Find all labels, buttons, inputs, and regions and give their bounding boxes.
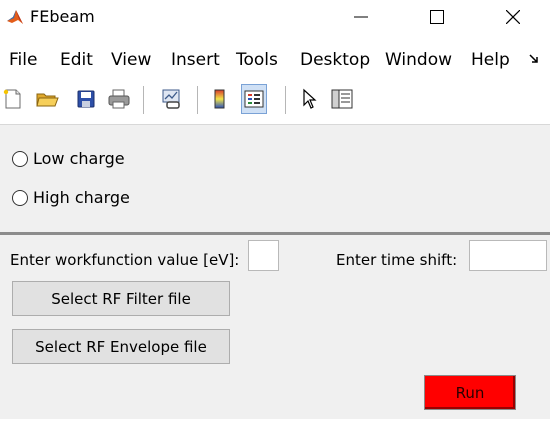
controls-panel: Enter workfunction value [eV]: Enter tim… [0, 235, 550, 419]
menu-bar: File Edit View Insert Tools Desktop Wind… [0, 46, 550, 76]
menu-desktop[interactable]: Desktop [300, 50, 370, 70]
window-title: FEbeam [30, 7, 95, 26]
low-charge-radio[interactable]: Low charge [12, 149, 125, 168]
maximize-button[interactable] [414, 0, 460, 34]
menu-tools[interactable]: Tools [236, 50, 278, 70]
toolbar-separator [197, 86, 198, 114]
menu-insert[interactable]: Insert [171, 50, 220, 70]
menu-view[interactable]: View [111, 50, 151, 70]
radio-circle[interactable] [12, 150, 28, 167]
low-charge-label: Low charge [33, 149, 125, 168]
menu-overflow-icon[interactable] [528, 52, 540, 71]
menu-file[interactable]: File [9, 50, 37, 70]
time-shift-input[interactable] [469, 240, 547, 271]
charge-panel: Low charge High charge [0, 124, 550, 233]
menu-window[interactable]: Window [385, 50, 452, 70]
workfunction-input[interactable] [248, 240, 279, 271]
matlab-logo-icon [6, 8, 24, 26]
colorbar-icon[interactable] [207, 84, 233, 114]
close-icon [506, 10, 520, 24]
minimize-button[interactable] [338, 0, 384, 34]
maximize-icon [430, 10, 444, 24]
high-charge-label: High charge [33, 188, 130, 207]
toolbar-separator [143, 86, 144, 114]
close-button[interactable] [490, 0, 536, 34]
run-button[interactable]: Run [424, 375, 516, 410]
toolbar [0, 84, 550, 120]
toolbar-separator [285, 86, 286, 114]
print-icon[interactable] [106, 84, 132, 114]
title-bar: FEbeam [0, 0, 550, 34]
property-editor-icon[interactable] [329, 84, 355, 114]
save-icon[interactable] [73, 84, 99, 114]
radio-circle[interactable] [12, 189, 28, 206]
menu-edit[interactable]: Edit [60, 50, 93, 70]
time-shift-label: Enter time shift: [336, 251, 458, 269]
new-file-icon[interactable] [0, 84, 26, 114]
legend-icon[interactable] [241, 84, 267, 114]
febeam-window: FEbeam File Edit View Insert Tools Deskt… [0, 0, 550, 421]
high-charge-radio[interactable]: High charge [12, 188, 130, 207]
menu-help[interactable]: Help [471, 50, 510, 70]
link-plot-icon[interactable] [159, 84, 185, 114]
open-folder-icon[interactable] [34, 84, 60, 114]
pointer-icon[interactable] [296, 84, 322, 114]
select-rf-filter-button[interactable]: Select RF Filter file [12, 281, 230, 316]
workfunction-label: Enter workfunction value [eV]: [10, 251, 240, 269]
minimize-icon [354, 16, 368, 18]
select-rf-envelope-button[interactable]: Select RF Envelope file [12, 329, 230, 364]
